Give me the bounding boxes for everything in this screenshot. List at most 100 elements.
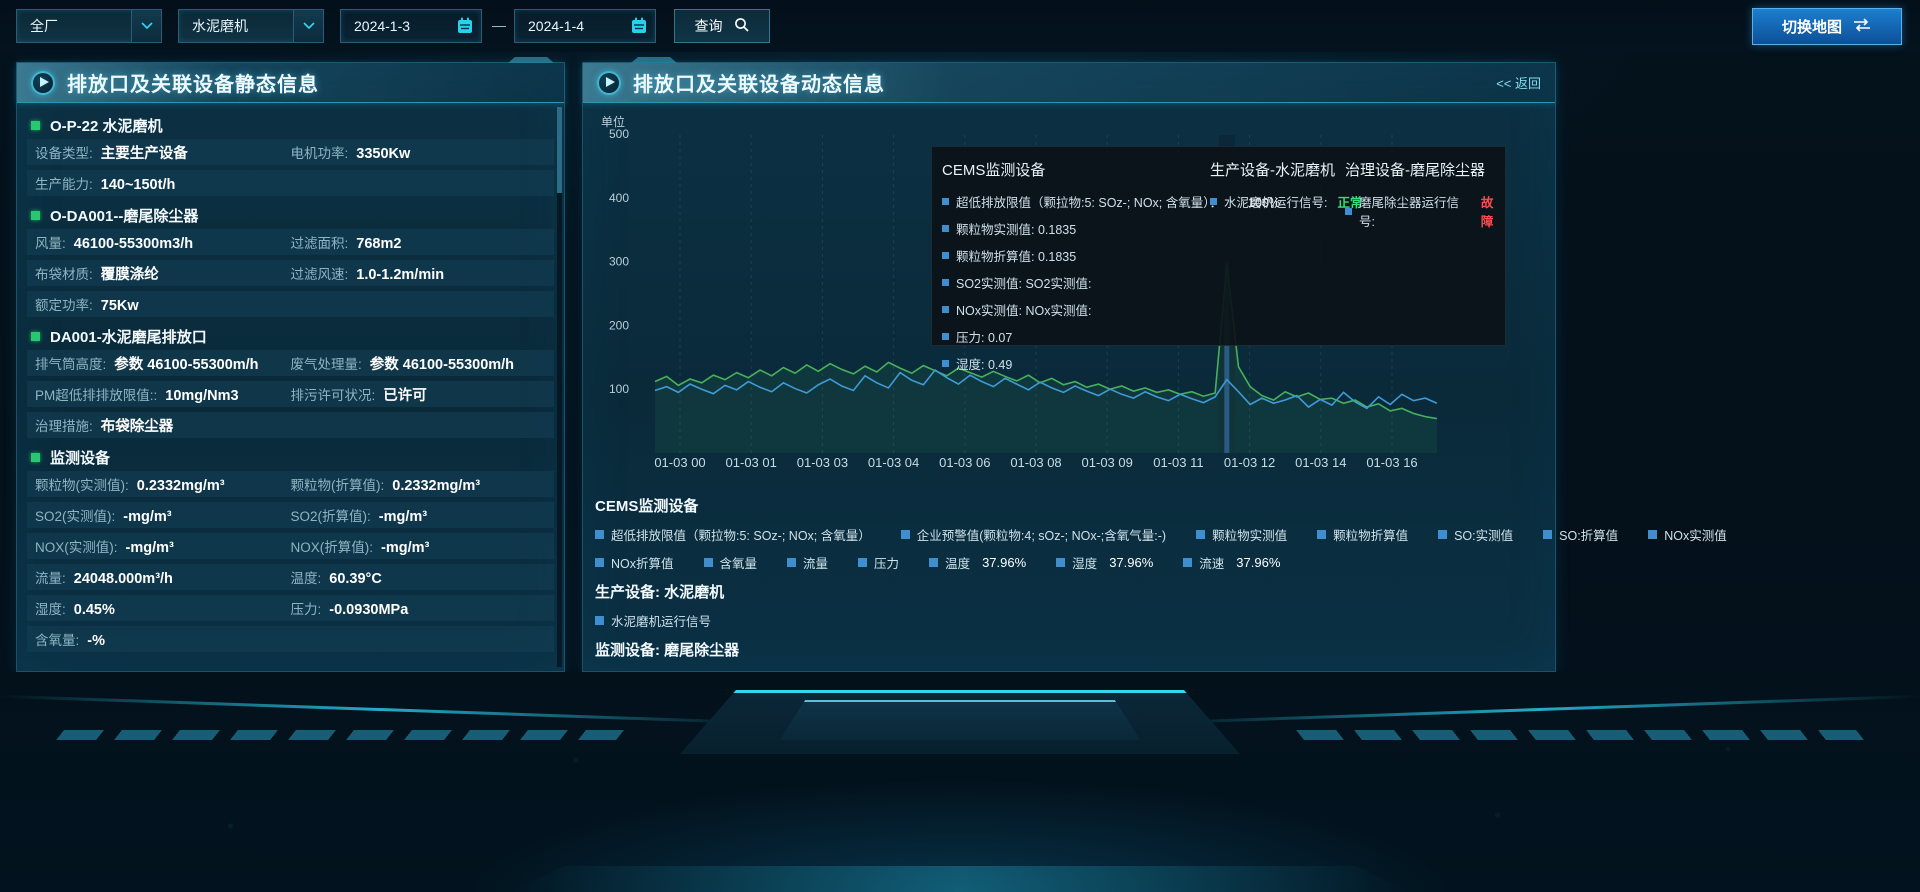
- field-label: SO2(实测值):: [35, 505, 115, 525]
- legend-item[interactable]: 颗粒物折算值: [1317, 525, 1408, 544]
- device-select[interactable]: 水泥磨机: [178, 9, 324, 43]
- green-square-icon: [31, 211, 40, 220]
- field-label: 设备类型:: [35, 142, 93, 162]
- x-axis-tick-label: 01-03 12: [1224, 455, 1275, 470]
- legend-marker-icon: [1196, 530, 1205, 539]
- y-axis-tick-label: 200: [609, 318, 629, 332]
- back-link[interactable]: << 返回: [1496, 73, 1541, 92]
- table-row: 生产能力:140~150t/h: [27, 170, 554, 196]
- legend-item[interactable]: 流速 37.96%: [1183, 553, 1280, 572]
- legend-item-label: NOx实测值: [1664, 525, 1727, 544]
- legend-item[interactable]: SO:折算值: [1543, 525, 1618, 544]
- legend-item-label: 流速: [1199, 553, 1224, 572]
- field-value: -mg/m³: [126, 540, 174, 556]
- field-cell: 过滤风速:1.0-1.2m/min: [291, 263, 547, 283]
- calendar-icon[interactable]: [449, 10, 481, 42]
- green-square-icon: [31, 332, 40, 341]
- legend-item[interactable]: NOx实测值: [1648, 525, 1727, 544]
- tooltip-item: 颗粒物实测值: 0.1835: [942, 219, 1280, 238]
- field-value: 1.0-1.2m/min: [356, 267, 444, 283]
- field-cell: 治理措施:布袋除尘器: [35, 415, 291, 436]
- x-axis-tick-label: 01-03 16: [1366, 455, 1417, 470]
- field-label: 额定功率:: [35, 294, 93, 314]
- field-label: PM超低排排放限值::: [35, 384, 157, 404]
- field-value: -mg/m³: [123, 509, 171, 525]
- field-value: 768m2: [356, 236, 401, 252]
- chevron-down-icon[interactable]: [131, 10, 161, 42]
- legend-item[interactable]: NOx折算值: [595, 553, 674, 572]
- footer-bottom-glow: [510, 866, 1410, 892]
- field-value: 覆膜涤纶: [101, 263, 159, 284]
- dynamic-info-header: 排放口及关联设备动态信息 << 返回: [583, 63, 1555, 103]
- tooltip-item-text: 湿度: 0.49: [956, 354, 1012, 373]
- device-select-value: 水泥磨机: [179, 16, 293, 36]
- legend-item[interactable]: 温度37.96%: [929, 553, 1026, 572]
- x-axis-tick-label: 01-03 11: [1153, 455, 1203, 470]
- legend-marker-icon: [1317, 530, 1326, 539]
- calendar-icon[interactable]: [623, 10, 655, 42]
- end-date-picker[interactable]: 2024-1-4: [514, 9, 656, 43]
- tooltip-item-text: SO2实测值: SO2实测值:: [956, 273, 1091, 292]
- legend-item[interactable]: 湿度37.96%: [1056, 553, 1153, 572]
- table-row: 湿度:0.45%压力:-0.0930MPa: [27, 595, 554, 621]
- field-label: NOX(折算值):: [291, 536, 374, 556]
- field-value: 0.2332mg/m³: [137, 478, 225, 494]
- x-axis-tick-label: 01-03 09: [1082, 455, 1133, 470]
- field-cell: PM超低排排放限值::10mg/Nm3: [35, 384, 291, 404]
- bullet-square-icon: [1210, 198, 1217, 205]
- plant-select[interactable]: 全厂: [16, 9, 162, 43]
- legend-item[interactable]: 企业预警值(颗粒物:4; sOz-; NOx-;含氧气量:-): [901, 525, 1166, 544]
- legend-item[interactable]: SO:实测值: [1438, 525, 1513, 544]
- table-row: SO2(实测值): -mg/m³ SO2(折算值): -mg/m³: [27, 502, 554, 528]
- static-info-header: 排放口及关联设备静态信息: [17, 63, 564, 103]
- field-value: 10mg/Nm3: [165, 388, 238, 404]
- legend-marker-icon: [901, 530, 910, 539]
- status-badge: 故障: [1481, 192, 1505, 230]
- legend-item[interactable]: 流量: [787, 553, 828, 572]
- field-label: SO2(折算值):: [291, 505, 371, 525]
- field-cell: 电机功率:3350Kw: [291, 142, 547, 162]
- legend-item-value: 37.96%: [1109, 555, 1153, 570]
- chevron-down-icon[interactable]: [293, 10, 323, 42]
- tooltip-item: 水泥磨机运行信号:正常: [1210, 192, 1363, 211]
- x-axis-tick-label: 01-03 06: [939, 455, 990, 470]
- legend-item-value: 37.96%: [1236, 555, 1280, 570]
- field-value: -%: [87, 633, 105, 649]
- field-cell: 设备类型:主要生产设备: [35, 142, 291, 163]
- field-label: 废气处理量:: [291, 353, 362, 373]
- x-axis-tick-label: 01-03 01: [726, 455, 777, 470]
- bullet-square-icon: [942, 333, 949, 340]
- field-label: 生产能力:: [35, 173, 93, 193]
- legend-item-label: 超低排放限值（颗拉物:5: SOz-; NOx; 含氧量）: [611, 525, 871, 544]
- field-cell: 压力:-0.0930MPa: [291, 598, 547, 618]
- field-cell: SO2(实测值): -mg/m³: [35, 505, 291, 525]
- play-icon: [597, 71, 621, 95]
- start-date-picker[interactable]: 2024-1-3: [340, 9, 482, 43]
- field-value: 24048.000m³/h: [74, 571, 173, 587]
- table-row: 额定功率:75Kw: [27, 291, 554, 317]
- static-info-panel: 排放口及关联设备静态信息 O-P-22 水泥磨机设备类型:主要生产设备电机功率:…: [16, 62, 565, 672]
- legend-marker-icon: [1438, 530, 1447, 539]
- switch-map-button[interactable]: 切换地图: [1752, 8, 1902, 45]
- legend-item[interactable]: 含氧量: [704, 553, 758, 572]
- x-axis-tick-label: 01-03 03: [797, 455, 848, 470]
- field-value: 0.2332mg/m³: [392, 478, 480, 494]
- scrollbar[interactable]: [557, 107, 562, 667]
- scrollbar-thumb[interactable]: [557, 107, 562, 193]
- legend-item[interactable]: 压力: [858, 553, 899, 572]
- footer-decoration: [0, 672, 1920, 892]
- field-value: 0.45%: [74, 602, 115, 618]
- field-cell: SO2(折算值): -mg/m³: [291, 505, 547, 525]
- field-label: 排污许可状况:: [291, 384, 376, 404]
- y-axis-tick-label: 100: [609, 382, 629, 396]
- table-row: NOX(实测值):-mg/m³NOX(折算值):-mg/m³: [27, 533, 554, 559]
- legend-item-label: 温度: [945, 553, 970, 572]
- legend-marker-icon: [1183, 558, 1192, 567]
- legend-item[interactable]: 超低排放限值（颗拉物:5: SOz-; NOx; 含氧量）: [595, 525, 871, 544]
- legend-item[interactable]: 颗粒物实测值: [1196, 525, 1287, 544]
- legend-item[interactable]: 水泥磨机运行信号: [595, 611, 711, 630]
- field-value: -mg/m³: [379, 509, 427, 525]
- query-button[interactable]: 查询: [674, 9, 770, 43]
- top-toolbar: 全厂 水泥磨机 2024-1-3 — 2024-1-4: [0, 0, 1920, 52]
- bullet-square-icon: [942, 225, 949, 232]
